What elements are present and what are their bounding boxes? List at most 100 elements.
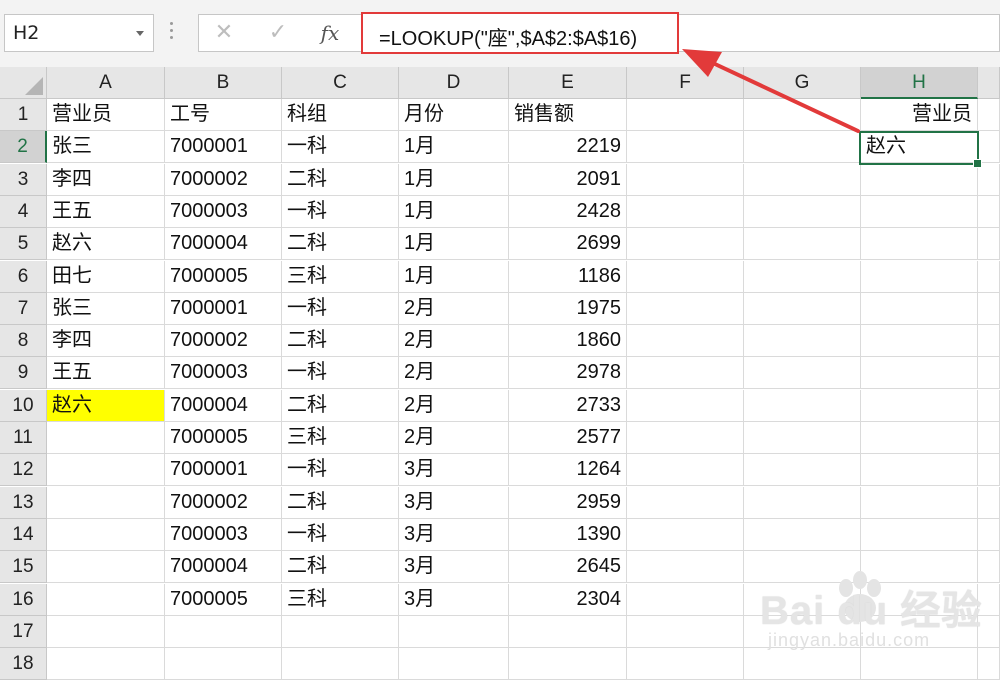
more-options-icon[interactable] [170, 22, 174, 44]
cell-b3[interactable]: 7000002 [165, 164, 282, 196]
cell-c16[interactable]: 三科 [282, 584, 399, 616]
cell-g5[interactable] [744, 228, 861, 260]
cell-e13[interactable]: 2959 [509, 487, 627, 519]
cell-c3[interactable]: 二科 [282, 164, 399, 196]
cell-b2[interactable]: 7000001 [165, 131, 282, 163]
cell-c5[interactable]: 二科 [282, 228, 399, 260]
cell-b5[interactable]: 7000004 [165, 228, 282, 260]
cell-d4[interactable]: 1月 [399, 196, 509, 228]
row-header-5[interactable]: 5 [0, 228, 47, 260]
cell-e17[interactable] [509, 616, 627, 648]
row-header-2[interactable]: 2 [0, 131, 47, 163]
cell-overflow[interactable] [978, 99, 1000, 131]
cell-a14[interactable] [47, 519, 165, 551]
cell-overflow[interactable] [978, 261, 1000, 293]
cell-e15[interactable]: 2645 [509, 551, 627, 583]
cell-d8[interactable]: 2月 [399, 325, 509, 357]
cell-a18[interactable] [47, 648, 165, 680]
cell-overflow[interactable] [978, 454, 1000, 486]
cell-a10[interactable]: 赵六 [47, 390, 165, 422]
row-header-18[interactable]: 18 [0, 648, 47, 680]
cell-g13[interactable] [744, 487, 861, 519]
cell-overflow[interactable] [978, 293, 1000, 325]
cell-g8[interactable] [744, 325, 861, 357]
cell-c17[interactable] [282, 616, 399, 648]
chevron-down-icon[interactable] [136, 31, 144, 36]
cell-h4[interactable] [861, 196, 978, 228]
cell-e9[interactable]: 2978 [509, 357, 627, 389]
cell-h8[interactable] [861, 325, 978, 357]
cell-c6[interactable]: 三科 [282, 261, 399, 293]
cell-overflow[interactable] [978, 228, 1000, 260]
cell-a4[interactable]: 王五 [47, 196, 165, 228]
cell-h1[interactable]: 营业员 [861, 99, 978, 131]
cell-a13[interactable] [47, 487, 165, 519]
cell-c12[interactable]: 一科 [282, 454, 399, 486]
cell-d2[interactable]: 1月 [399, 131, 509, 163]
cell-a8[interactable]: 李四 [47, 325, 165, 357]
column-header-f[interactable]: F [627, 67, 744, 99]
cell-c8[interactable]: 二科 [282, 325, 399, 357]
column-header-b[interactable]: B [165, 67, 282, 99]
row-header-17[interactable]: 17 [0, 616, 47, 648]
cell-b14[interactable]: 7000003 [165, 519, 282, 551]
row-header-4[interactable]: 4 [0, 196, 47, 228]
cell-overflow[interactable] [978, 390, 1000, 422]
row-header-15[interactable]: 15 [0, 551, 47, 583]
column-header-c[interactable]: C [282, 67, 399, 99]
row-header-8[interactable]: 8 [0, 325, 47, 357]
insert-function-icon[interactable]: fx [308, 14, 352, 52]
cell-d11[interactable]: 2月 [399, 422, 509, 454]
cell-b9[interactable]: 7000003 [165, 357, 282, 389]
row-header-1[interactable]: 1 [0, 99, 47, 131]
cell-h13[interactable] [861, 487, 978, 519]
cell-c13[interactable]: 二科 [282, 487, 399, 519]
cell-e11[interactable]: 2577 [509, 422, 627, 454]
cell-overflow[interactable] [978, 519, 1000, 551]
cell-b15[interactable]: 7000004 [165, 551, 282, 583]
cell-d9[interactable]: 2月 [399, 357, 509, 389]
name-box[interactable]: H2 [4, 14, 154, 52]
cell-a12[interactable] [47, 454, 165, 486]
cell-h7[interactable] [861, 293, 978, 325]
cell-f4[interactable] [627, 196, 744, 228]
enter-icon[interactable]: ✓ [256, 14, 300, 52]
column-header-h[interactable]: H [861, 67, 978, 99]
column-header-overflow[interactable] [978, 67, 1000, 99]
row-header-6[interactable]: 6 [0, 261, 47, 293]
cell-f12[interactable] [627, 454, 744, 486]
cell-e8[interactable]: 1860 [509, 325, 627, 357]
cell-g11[interactable] [744, 422, 861, 454]
cell-c11[interactable]: 三科 [282, 422, 399, 454]
cell-b13[interactable]: 7000002 [165, 487, 282, 519]
cell-h11[interactable] [861, 422, 978, 454]
cell-h6[interactable] [861, 261, 978, 293]
cell-f5[interactable] [627, 228, 744, 260]
column-header-a[interactable]: A [47, 67, 165, 99]
cell-f10[interactable] [627, 390, 744, 422]
cell-h5[interactable] [861, 228, 978, 260]
cell-a6[interactable]: 田七 [47, 261, 165, 293]
cell-a7[interactable]: 张三 [47, 293, 165, 325]
cell-overflow[interactable] [978, 164, 1000, 196]
cell-e7[interactable]: 1975 [509, 293, 627, 325]
cell-d7[interactable]: 2月 [399, 293, 509, 325]
cell-e5[interactable]: 2699 [509, 228, 627, 260]
row-header-7[interactable]: 7 [0, 293, 47, 325]
column-header-d[interactable]: D [399, 67, 509, 99]
cell-c15[interactable]: 二科 [282, 551, 399, 583]
cell-e4[interactable]: 2428 [509, 196, 627, 228]
cell-g9[interactable] [744, 357, 861, 389]
cell-e2[interactable]: 2219 [509, 131, 627, 163]
cell-h3[interactable] [861, 164, 978, 196]
cell-e14[interactable]: 1390 [509, 519, 627, 551]
row-header-11[interactable]: 11 [0, 422, 47, 454]
cancel-icon[interactable]: ✕ [202, 14, 246, 52]
cell-d17[interactable] [399, 616, 509, 648]
row-header-13[interactable]: 13 [0, 487, 47, 519]
cell-a9[interactable]: 王五 [47, 357, 165, 389]
cell-f8[interactable] [627, 325, 744, 357]
cell-f11[interactable] [627, 422, 744, 454]
cell-d18[interactable] [399, 648, 509, 680]
row-header-9[interactable]: 9 [0, 357, 47, 389]
